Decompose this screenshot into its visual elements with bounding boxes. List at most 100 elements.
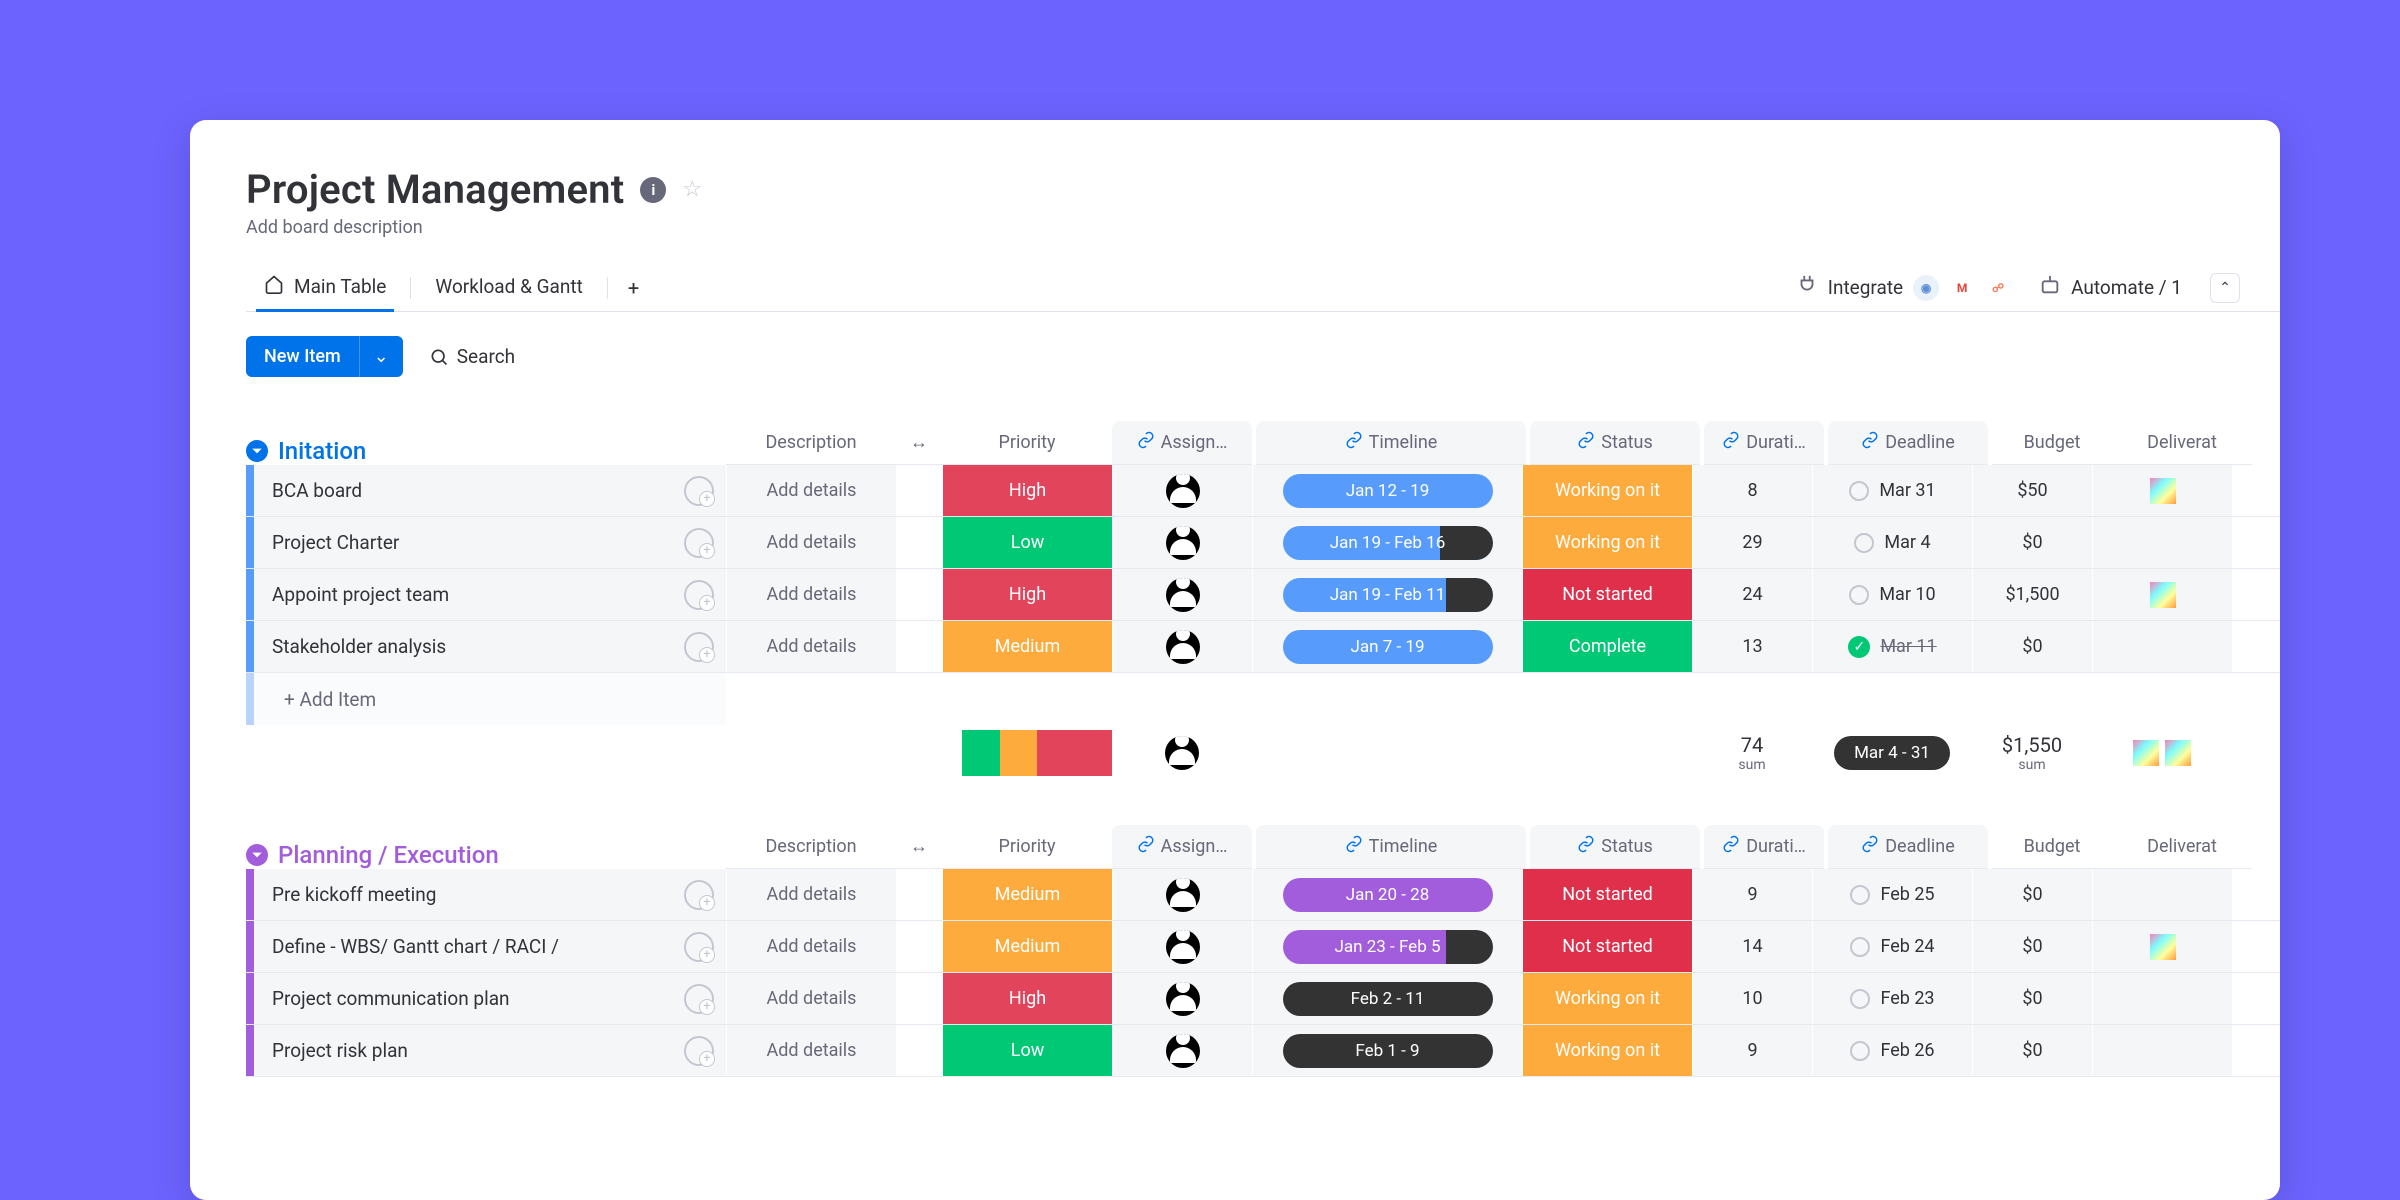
column-priority[interactable]: Priority	[942, 421, 1112, 465]
priority-cell[interactable]: Medium	[942, 921, 1112, 972]
priority-cell[interactable]: Low	[942, 517, 1112, 568]
timeline-cell[interactable]: Jan 23 - Feb 5	[1252, 921, 1522, 972]
table-row[interactable]: Stakeholder analysis Add details Medium …	[246, 621, 2280, 673]
description-cell[interactable]: Add details	[726, 569, 896, 620]
assignee-avatar[interactable]	[1166, 930, 1200, 964]
deadline-cell[interactable]: Feb 24	[1812, 921, 1972, 972]
tab-workload-gantt[interactable]: Workload & Gantt	[417, 265, 600, 310]
priority-cell[interactable]: Medium	[942, 869, 1112, 920]
status-cell[interactable]: Working on it	[1522, 465, 1692, 516]
description-cell[interactable]: Add details	[726, 517, 896, 568]
item-name[interactable]: Appoint project team	[272, 583, 684, 606]
row-name-cell[interactable]: Stakeholder analysis	[246, 621, 726, 672]
column-assignee[interactable]: Assign…	[1112, 421, 1252, 465]
deliverable-cell[interactable]	[2092, 869, 2232, 920]
duration-cell[interactable]: 9	[1692, 1025, 1812, 1076]
row-name-cell[interactable]: Pre kickoff meeting	[246, 869, 726, 920]
duration-cell[interactable]: 10	[1692, 973, 1812, 1024]
group-title[interactable]: Planning / Execution	[278, 841, 499, 869]
column-budget[interactable]: Budget	[1992, 825, 2112, 869]
group-collapse-toggle[interactable]	[246, 440, 268, 462]
assignee-cell[interactable]	[1112, 869, 1252, 920]
deliverable-cell[interactable]	[2092, 465, 2232, 516]
budget-cell[interactable]: $0	[1972, 1025, 2092, 1076]
row-name-cell[interactable]: Appoint project team	[246, 569, 726, 620]
column-priority[interactable]: Priority	[942, 825, 1112, 869]
board-description[interactable]: Add board description	[246, 217, 2280, 238]
info-icon[interactable]: i	[640, 177, 666, 203]
duration-cell[interactable]: 29	[1692, 517, 1812, 568]
assignee-avatar[interactable]	[1165, 736, 1199, 770]
assignee-cell[interactable]	[1112, 569, 1252, 620]
collapse-header-button[interactable]: ⌃	[2210, 273, 2240, 303]
item-name[interactable]: Project Charter	[272, 531, 684, 554]
drag-cell[interactable]	[896, 921, 942, 972]
table-row[interactable]: Pre kickoff meeting Add details Medium J…	[246, 869, 2280, 921]
column-status[interactable]: Status	[1530, 421, 1700, 465]
add-update-icon[interactable]	[684, 932, 714, 962]
budget-cell[interactable]: $0	[1972, 517, 2092, 568]
column-deliverable[interactable]: Deliverat	[2112, 421, 2252, 465]
deliverable-cell[interactable]	[2092, 621, 2232, 672]
timeline-cell[interactable]: Jan 7 - 19	[1252, 621, 1522, 672]
deadline-cell[interactable]: Mar 10	[1812, 569, 1972, 620]
budget-cell[interactable]: $1,500	[1972, 569, 2092, 620]
assignee-cell[interactable]	[1112, 621, 1252, 672]
description-cell[interactable]: Add details	[726, 1025, 896, 1076]
deliverable-thumbnail[interactable]	[2150, 582, 2176, 608]
drag-cell[interactable]	[896, 1025, 942, 1076]
table-row[interactable]: Project communication plan Add details H…	[246, 973, 2280, 1025]
assignee-cell[interactable]	[1112, 465, 1252, 516]
column-duration[interactable]: Durati…	[1704, 421, 1824, 465]
priority-cell[interactable]: Medium	[942, 621, 1112, 672]
assignee-avatar[interactable]	[1166, 630, 1200, 664]
assignee-cell[interactable]	[1112, 921, 1252, 972]
timeline-cell[interactable]: Feb 2 - 11	[1252, 973, 1522, 1024]
timeline-cell[interactable]: Jan 19 - Feb 11	[1252, 569, 1522, 620]
star-icon[interactable]: ☆	[682, 177, 702, 202]
drag-cell[interactable]	[896, 621, 942, 672]
column-reorder-handle[interactable]: ↔	[896, 421, 942, 465]
description-cell[interactable]: Add details	[726, 869, 896, 920]
status-cell[interactable]: Not started	[1522, 869, 1692, 920]
deliverable-cell[interactable]	[2092, 1025, 2232, 1076]
page-title[interactable]: Project Management	[246, 166, 624, 213]
description-cell[interactable]: Add details	[726, 921, 896, 972]
deadline-cell[interactable]: Feb 25	[1812, 869, 1972, 920]
duration-cell[interactable]: 8	[1692, 465, 1812, 516]
deadline-cell[interactable]: ✓Mar 11	[1812, 621, 1972, 672]
column-description[interactable]: Description	[726, 825, 896, 869]
group-title[interactable]: Initation	[278, 437, 366, 465]
priority-cell[interactable]: Low	[942, 1025, 1112, 1076]
timeline-cell[interactable]: Jan 20 - 28	[1252, 869, 1522, 920]
drag-cell[interactable]	[896, 517, 942, 568]
assignee-avatar[interactable]	[1166, 982, 1200, 1016]
drag-cell[interactable]	[896, 465, 942, 516]
table-row[interactable]: BCA board Add details High Jan 12 - 19 W…	[246, 465, 2280, 517]
timeline-cell[interactable]: Feb 1 - 9	[1252, 1025, 1522, 1076]
add-update-icon[interactable]	[684, 1036, 714, 1066]
status-cell[interactable]: Not started	[1522, 569, 1692, 620]
add-update-icon[interactable]	[684, 580, 714, 610]
description-cell[interactable]: Add details	[726, 465, 896, 516]
status-cell[interactable]: Working on it	[1522, 1025, 1692, 1076]
new-item-dropdown[interactable]: ⌄	[359, 336, 403, 377]
description-cell[interactable]: Add details	[726, 621, 896, 672]
drag-cell[interactable]	[896, 569, 942, 620]
column-duration[interactable]: Durati…	[1704, 825, 1824, 869]
status-cell[interactable]: Complete	[1522, 621, 1692, 672]
deliverable-cell[interactable]	[2092, 921, 2232, 972]
row-name-cell[interactable]: Project risk plan	[246, 1025, 726, 1076]
deadline-cell[interactable]: Mar 4	[1812, 517, 1972, 568]
add-update-icon[interactable]	[684, 476, 714, 506]
column-deadline[interactable]: Deadline	[1828, 825, 1988, 869]
deliverable-cell[interactable]	[2092, 569, 2232, 620]
budget-cell[interactable]: $0	[1972, 869, 2092, 920]
tab-main-table[interactable]: Main Table	[246, 264, 404, 311]
assignee-avatar[interactable]	[1166, 1034, 1200, 1068]
search-button[interactable]: Search	[429, 345, 515, 368]
drag-cell[interactable]	[896, 973, 942, 1024]
status-cell[interactable]: Not started	[1522, 921, 1692, 972]
description-cell[interactable]: Add details	[726, 973, 896, 1024]
add-update-icon[interactable]	[684, 528, 714, 558]
